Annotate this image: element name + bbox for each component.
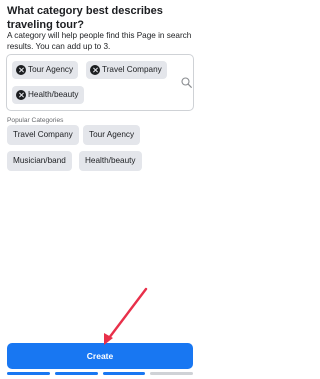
popular-chip-health-beauty[interactable]: Health/beauty	[79, 151, 142, 171]
page-title: What category best describes traveling t…	[7, 5, 163, 31]
remove-icon[interactable]	[16, 65, 26, 75]
create-button[interactable]: Create	[7, 343, 193, 369]
progress-step	[150, 372, 193, 375]
progress-step	[54, 372, 98, 375]
progress-indicator	[7, 372, 193, 375]
popular-chip-travel-company[interactable]: Travel Company	[7, 125, 79, 145]
remove-icon[interactable]	[16, 90, 26, 100]
chip-label: Travel Company	[102, 65, 162, 74]
page-subtitle: A category will help people find this Pa…	[7, 31, 192, 51]
progress-step	[102, 372, 146, 375]
progress-step	[7, 372, 50, 375]
popular-categories-label: Popular Categories	[7, 117, 64, 124]
popular-chip-musician-band[interactable]: Musician/band	[7, 151, 72, 171]
chip-label: Tour Agency	[28, 65, 74, 74]
search-icon[interactable]	[181, 77, 192, 88]
selected-chip-tour-agency[interactable]: Tour Agency	[12, 61, 79, 79]
popular-chip-tour-agency[interactable]: Tour Agency	[83, 125, 141, 145]
remove-icon[interactable]	[90, 65, 100, 75]
selected-chip-health-beauty[interactable]: Health/beauty	[12, 86, 84, 104]
selected-categories-box[interactable]: Tour Agency Travel Company Health/beauty	[6, 54, 194, 111]
chip-label: Health/beauty	[28, 90, 79, 99]
selected-chip-travel-company[interactable]: Travel Company	[86, 61, 167, 79]
